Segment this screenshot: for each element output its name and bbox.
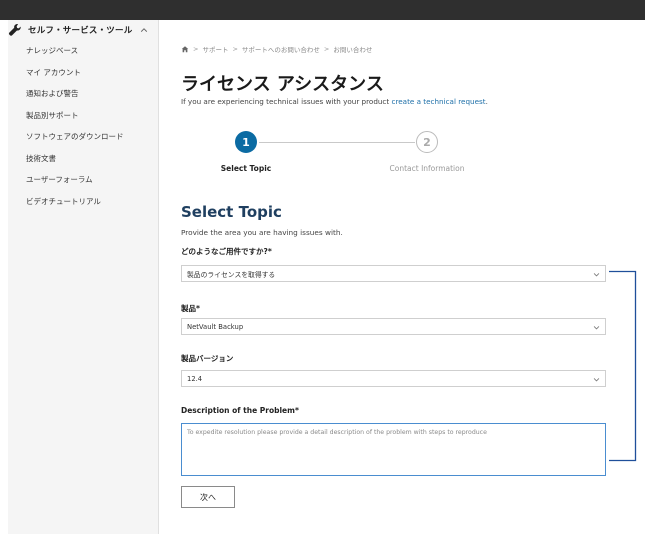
breadcrumb-item-contact-support[interactable]: サポートへのお問い合わせ — [242, 44, 320, 54]
sidebar-heading: セルフ・サービス・ツール — [28, 26, 133, 36]
description-textarea[interactable]: To expedite resolution please provide a … — [181, 423, 606, 476]
home-icon[interactable] — [181, 45, 189, 53]
intro-text: If you are experiencing technical issues… — [181, 97, 488, 106]
chevron-down-icon — [593, 378, 600, 382]
sidebar-item-knowledge-base[interactable]: ナレッジベース — [26, 45, 124, 67]
step-1-label: Select Topic — [220, 164, 272, 173]
version-select[interactable]: 12.4 — [181, 370, 606, 387]
main-content: > サポート > サポートへのお問い合わせ > お問い合わせ ライセンス アシス… — [181, 20, 621, 534]
topic-label: どのようなご用件ですか?* — [181, 247, 272, 256]
annotation-bracket — [609, 270, 637, 462]
chevron-down-icon — [593, 273, 600, 277]
step-1-indicator: 1 — [235, 131, 257, 153]
top-bar — [0, 0, 645, 20]
sidebar-item-video-tutorials[interactable]: ビデオチュートリアル — [26, 196, 124, 218]
section-subtitle: Provide the area you are having issues w… — [181, 228, 343, 237]
product-label: 製品* — [181, 304, 200, 313]
sidebar-section-toggle[interactable]: セルフ・サービス・ツール — [8, 22, 148, 38]
breadcrumb-separator: > — [193, 45, 199, 53]
version-select-value: 12.4 — [187, 374, 203, 383]
product-select-value: NetVault Backup — [187, 322, 244, 331]
wrench-icon — [8, 23, 21, 36]
breadcrumb-item-contact: お問い合わせ — [333, 46, 373, 54]
page-title: ライセンス アシスタンス — [181, 74, 384, 95]
breadcrumb-item-support[interactable]: サポート — [202, 44, 228, 54]
stepper-connector — [259, 142, 415, 143]
intro-text-body: If you are experiencing technical issues… — [181, 97, 392, 106]
sidebar-item-user-forum[interactable]: ユーザーフォーラム — [26, 174, 124, 196]
section-title: Select Topic — [181, 203, 282, 221]
description-placeholder: To expedite resolution please provide a … — [187, 429, 487, 436]
topic-select-value: 製品のライセンスを取得する — [187, 270, 276, 279]
topic-select[interactable]: 製品のライセンスを取得する — [181, 265, 606, 282]
breadcrumb-separator: > — [323, 45, 330, 53]
sidebar-item-notifications[interactable]: 通知および警告 — [26, 88, 124, 110]
breadcrumb-separator: > — [232, 45, 238, 53]
step-2-indicator: 2 — [416, 131, 438, 153]
chevron-down-icon — [593, 326, 600, 330]
step-2-label: Contact Information — [389, 164, 465, 173]
sidebar-nav: ナレッジベース マイ アカウント 通知および警告 製品別サポート ソフトウェアの… — [26, 45, 124, 217]
sidebar-item-tech-docs[interactable]: 技術文書 — [26, 153, 124, 175]
breadcrumb: > サポート > サポートへのお問い合わせ > お問い合わせ — [181, 44, 372, 54]
intro-text-end: . — [485, 97, 488, 106]
sidebar-item-product-support[interactable]: 製品別サポート — [26, 110, 124, 132]
chevron-up-icon[interactable] — [140, 26, 148, 34]
create-technical-request-link[interactable]: create a technical request — [392, 97, 486, 106]
sidebar-item-my-account[interactable]: マイ アカウント — [26, 67, 124, 89]
next-button[interactable]: 次へ — [181, 486, 235, 508]
description-label: Description of the Problem* — [181, 406, 299, 415]
product-select[interactable]: NetVault Backup — [181, 318, 606, 335]
version-label: 製品バージョン — [181, 354, 234, 363]
sidebar-item-downloads[interactable]: ソフトウェアのダウンロード — [26, 131, 124, 153]
